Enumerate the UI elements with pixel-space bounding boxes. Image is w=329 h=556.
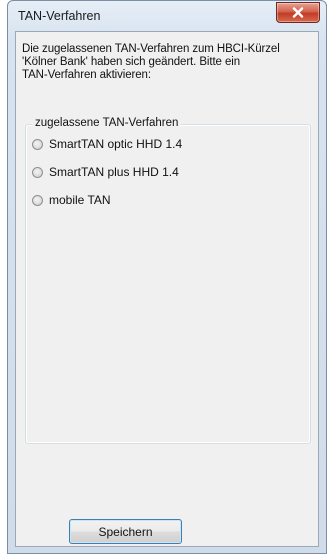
close-button[interactable] [276, 2, 320, 23]
radio-label: mobile TAN [49, 193, 111, 207]
title-bar[interactable]: TAN-Verfahren [8, 1, 326, 31]
radio-button[interactable] [32, 194, 43, 206]
tan-method-group: zugelassene TAN-Verfahren SmartTAN optic… [25, 117, 311, 444]
radio-label: SmartTAN plus HHD 1.4 [49, 165, 179, 179]
dialog-body: Die zugelassenen TAN-Verfahren zum HBCI-… [15, 31, 319, 547]
group-label: zugelassene TAN-Verfahren [32, 117, 182, 129]
radio-option-smarttan-optic[interactable]: SmartTAN optic HHD 1.4 [32, 137, 182, 151]
info-message: Die zugelassenen TAN-Verfahren zum HBCI-… [22, 43, 280, 81]
save-button[interactable]: Speichern [69, 519, 182, 544]
dialog-window: TAN-Verfahren Die zugelassenen TAN-Verfa… [7, 0, 327, 554]
radio-label: SmartTAN optic HHD 1.4 [49, 137, 183, 151]
radio-button[interactable] [32, 138, 43, 150]
radio-option-mobile-tan[interactable]: mobile TAN [32, 193, 111, 207]
close-icon [292, 7, 304, 18]
window-title: TAN-Verfahren [18, 9, 101, 23]
radio-option-smarttan-plus[interactable]: SmartTAN plus HHD 1.4 [32, 165, 179, 179]
radio-button[interactable] [32, 166, 43, 178]
